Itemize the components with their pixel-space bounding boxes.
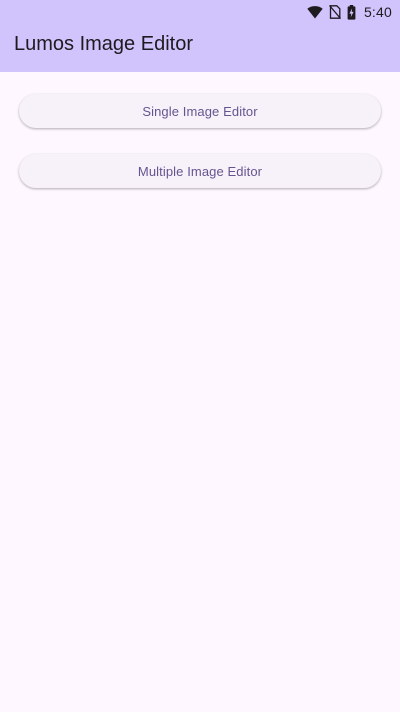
wifi-icon (307, 5, 323, 19)
status-bar: 5:40 (0, 0, 400, 24)
status-time: 5:40 (363, 4, 392, 20)
app-title: Lumos Image Editor (14, 33, 193, 55)
status-icons: 5:40 (307, 3, 392, 21)
single-image-editor-label: Single Image Editor (142, 103, 258, 119)
multiple-image-editor-button[interactable]: Multiple Image Editor (19, 154, 381, 188)
app-bar: 5:40 Lumos Image Editor (0, 0, 400, 72)
no-sim-icon (328, 5, 341, 19)
multiple-image-editor-label: Multiple Image Editor (137, 163, 263, 179)
single-image-editor-button[interactable]: Single Image Editor (19, 94, 381, 128)
battery-charging-icon (347, 4, 356, 20)
